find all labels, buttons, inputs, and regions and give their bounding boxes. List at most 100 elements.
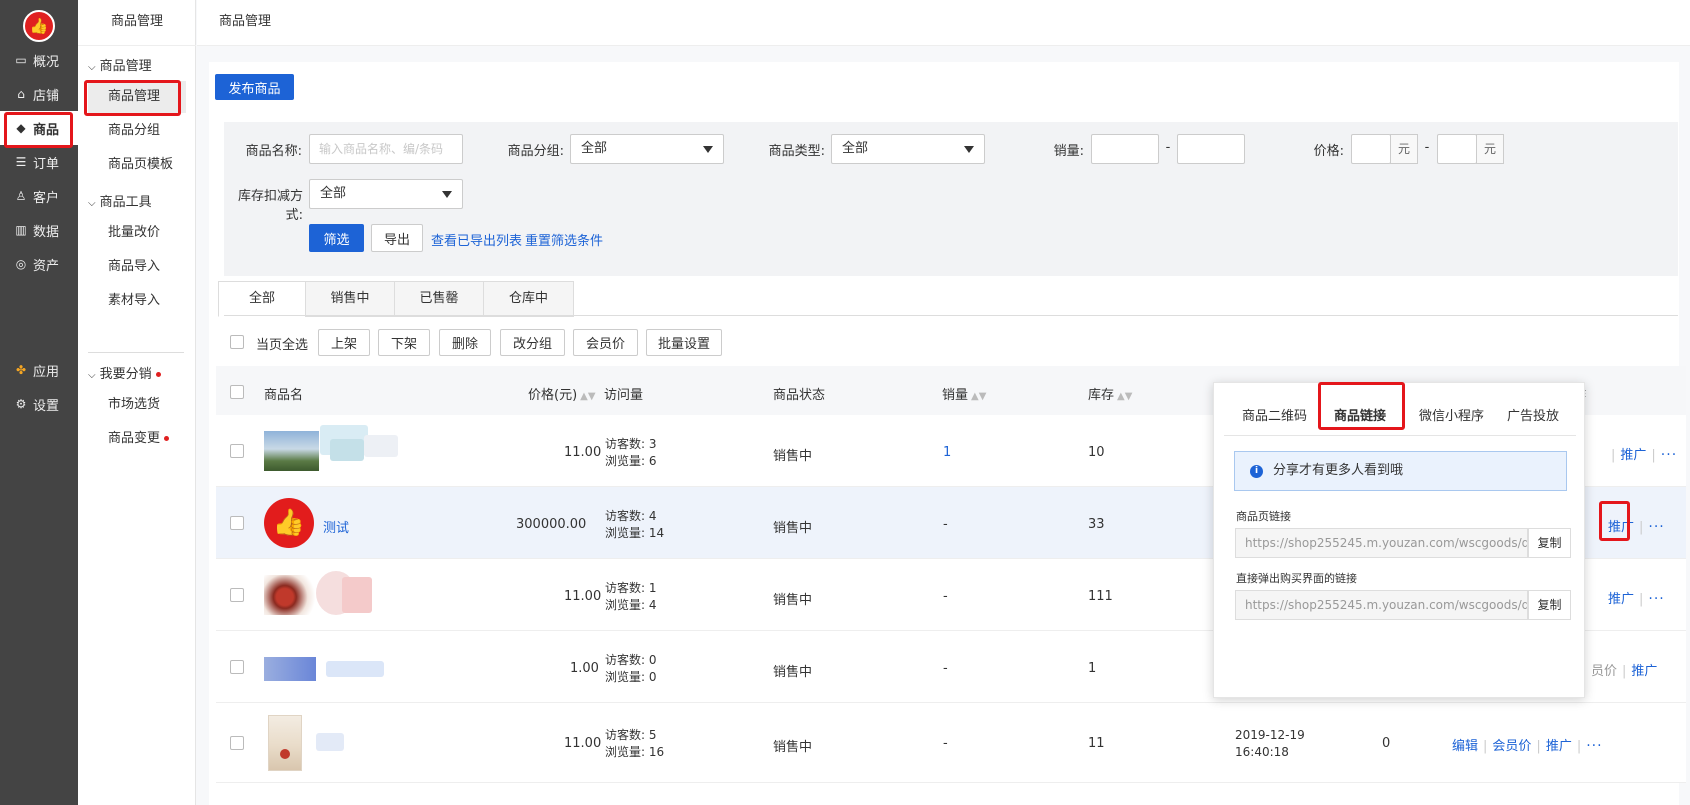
buy-link-input[interactable]: https://shop255245.m.youzan.com/wscgoods… <box>1235 590 1528 620</box>
tab-all[interactable]: 全部 <box>218 281 306 317</box>
export-button[interactable]: 导出 <box>371 224 423 252</box>
separator: | <box>1576 739 1582 754</box>
sidebar-item-goods-group[interactable]: 商品分组 <box>88 115 186 147</box>
sales-max-input[interactable] <box>1177 134 1245 164</box>
separator: | <box>1639 592 1644 607</box>
popover-tab-ads[interactable]: 广告投放 <box>1507 405 1559 424</box>
chevron-down-icon: ⌵ <box>88 370 96 381</box>
header-stock[interactable]: 库存 ▲▼ <box>1088 384 1132 403</box>
sales-min-input[interactable] <box>1091 134 1159 164</box>
tab-warehouse[interactable]: 仓库中 <box>483 281 574 317</box>
goods-thumbnail[interactable] <box>268 715 302 771</box>
nav-item-settings[interactable]: ⚙ 设置 <box>0 387 78 421</box>
filter-button[interactable]: 筛选 <box>309 224 364 252</box>
promote-link[interactable]: 推广 <box>1608 592 1634 607</box>
tab-on-sale[interactable]: 销售中 <box>305 281 395 317</box>
row-checkbox[interactable] <box>230 736 244 750</box>
stock-deduct-select[interactable]: 全部 <box>309 179 463 209</box>
sidebar-item-goods-change[interactable]: 商品变更 <box>88 423 186 455</box>
sort-icon: ▲▼ <box>971 391 987 402</box>
visitors-cell: 访客数: 1 <box>605 581 657 595</box>
more-actions-icon[interactable]: ··· <box>1648 519 1664 535</box>
nav-item-overview[interactable]: ▭ 概况 <box>0 43 78 77</box>
tab-sold-out[interactable]: 已售罄 <box>394 281 484 317</box>
goods-group-select[interactable]: 全部 <box>570 134 724 164</box>
nav-item-assets[interactable]: ◎ 资产 <box>0 247 78 281</box>
view-export-list-link[interactable]: 查看已导出列表 <box>431 230 522 249</box>
sidebar-item-goods-import[interactable]: 商品导入 <box>88 251 186 283</box>
buy-link-label: 直接弹出购买界面的链接 <box>1236 572 1357 585</box>
publish-goods-button[interactable]: 发布商品 <box>215 74 294 100</box>
sidebar-item-material-import[interactable]: 素材导入 <box>88 285 186 317</box>
header-checkbox[interactable] <box>230 385 244 399</box>
bulk-settings-button[interactable]: 批量设置 <box>646 329 722 356</box>
views-cell: 浏览量: 14 <box>605 526 665 540</box>
reset-filter-link[interactable]: 重置筛选条件 <box>525 230 603 249</box>
sales-cell[interactable]: 1 <box>943 445 951 460</box>
goods-thumbnail[interactable] <box>264 431 319 471</box>
select-all-checkbox[interactable] <box>230 335 244 349</box>
status-cell: 销售中 <box>773 521 813 536</box>
thumbs-up-icon[interactable]: 👍 <box>264 498 314 548</box>
goods-name-label: 商品名称: <box>245 144 302 159</box>
coin-icon: ◎ <box>15 257 27 271</box>
sidebar-group-goods-manage[interactable]: ⌵ 商品管理 <box>88 55 152 74</box>
goods-name-input[interactable]: 输入商品名称、编/条码 <box>309 134 463 164</box>
goods-page-link-input[interactable]: https://shop255245.m.youzan.com/wscgoods… <box>1235 528 1528 558</box>
header-sales[interactable]: 销量 ▲▼ <box>942 384 986 403</box>
member-price-link[interactable]: 员价 <box>1591 664 1617 679</box>
copy-buy-link-button[interactable]: 复制 <box>1528 590 1571 620</box>
blurred-name <box>316 733 344 751</box>
popover-tab-miniprogram[interactable]: 微信小程序 <box>1419 405 1484 424</box>
bulk-member-price-button[interactable]: 会员价 <box>573 329 638 356</box>
bulk-change-group-button[interactable]: 改分组 <box>500 329 565 356</box>
status-cell: 销售中 <box>773 665 813 680</box>
more-actions-icon[interactable]: ··· <box>1661 447 1677 463</box>
separator: | <box>1611 448 1616 463</box>
price-max-input[interactable] <box>1437 134 1477 164</box>
row-checkbox[interactable] <box>230 516 244 530</box>
price-max-unit: 元 <box>1476 134 1504 164</box>
sidebar-item-batch-price[interactable]: 批量改价 <box>88 217 186 249</box>
goods-thumbnail[interactable] <box>264 575 316 615</box>
more-actions-icon[interactable]: ··· <box>1586 738 1602 754</box>
sidebar-item-page-template[interactable]: 商品页模板 <box>88 149 186 181</box>
copy-goods-link-button[interactable]: 复制 <box>1528 528 1571 558</box>
row-checkbox[interactable] <box>230 588 244 602</box>
more-actions-icon[interactable]: ··· <box>1648 591 1664 607</box>
row-actions: 员价 | 推广 <box>1591 660 1657 679</box>
red-dot-badge <box>164 436 170 441</box>
nav-item-data[interactable]: ▥ 数据 <box>0 213 78 247</box>
price-min-input[interactable] <box>1351 134 1391 164</box>
edit-link[interactable]: 编辑 <box>1452 739 1478 754</box>
page-title: 商品管理 <box>219 14 272 29</box>
goods-type-select[interactable]: 全部 <box>831 134 985 164</box>
goods-name-link[interactable]: 测试 <box>323 517 349 536</box>
row-checkbox[interactable] <box>230 444 244 458</box>
promote-link[interactable]: 推广 <box>1546 739 1572 754</box>
share-notice: i 分享才有更多人看到哦 <box>1234 451 1567 491</box>
bulk-list-button[interactable]: 上架 <box>318 329 370 356</box>
sidebar-group-distribution[interactable]: ⌵ 我要分销 <box>88 363 161 382</box>
info-icon: i <box>1250 465 1263 478</box>
monitor-icon: ▭ <box>15 53 27 67</box>
row-checkbox[interactable] <box>230 660 244 674</box>
popover-tab-qrcode[interactable]: 商品二维码 <box>1242 405 1307 424</box>
highlight-promote <box>1599 501 1630 541</box>
goods-thumbnail[interactable] <box>264 657 316 681</box>
nav-item-apps[interactable]: ✤ 应用 <box>0 353 78 387</box>
promote-link[interactable]: 推广 <box>1631 664 1657 679</box>
nav-item-customers[interactable]: ♙ 客户 <box>0 179 78 213</box>
sidebar-item-market[interactable]: 市场选货 <box>88 389 186 421</box>
member-price-link[interactable]: 会员价 <box>1492 739 1531 754</box>
nav-item-store[interactable]: ⌂ 店铺 <box>0 77 78 111</box>
table-row: 11.00 访客数: 5 浏览量: 16 销售中 - 11 2019-12-19… <box>216 703 1686 783</box>
nav-item-orders[interactable]: ☰ 订单 <box>0 145 78 179</box>
promote-link[interactable]: 推广 <box>1620 448 1646 463</box>
header-price[interactable]: 价格(元) ▲▼ <box>528 384 596 403</box>
sidebar-group-goods-tools[interactable]: ⌵ 商品工具 <box>88 191 152 210</box>
bulk-delete-button[interactable]: 删除 <box>439 329 491 356</box>
bulk-delist-button[interactable]: 下架 <box>378 329 430 356</box>
separator: | <box>1483 739 1488 754</box>
app-logo-icon[interactable]: 👍 <box>23 10 55 42</box>
